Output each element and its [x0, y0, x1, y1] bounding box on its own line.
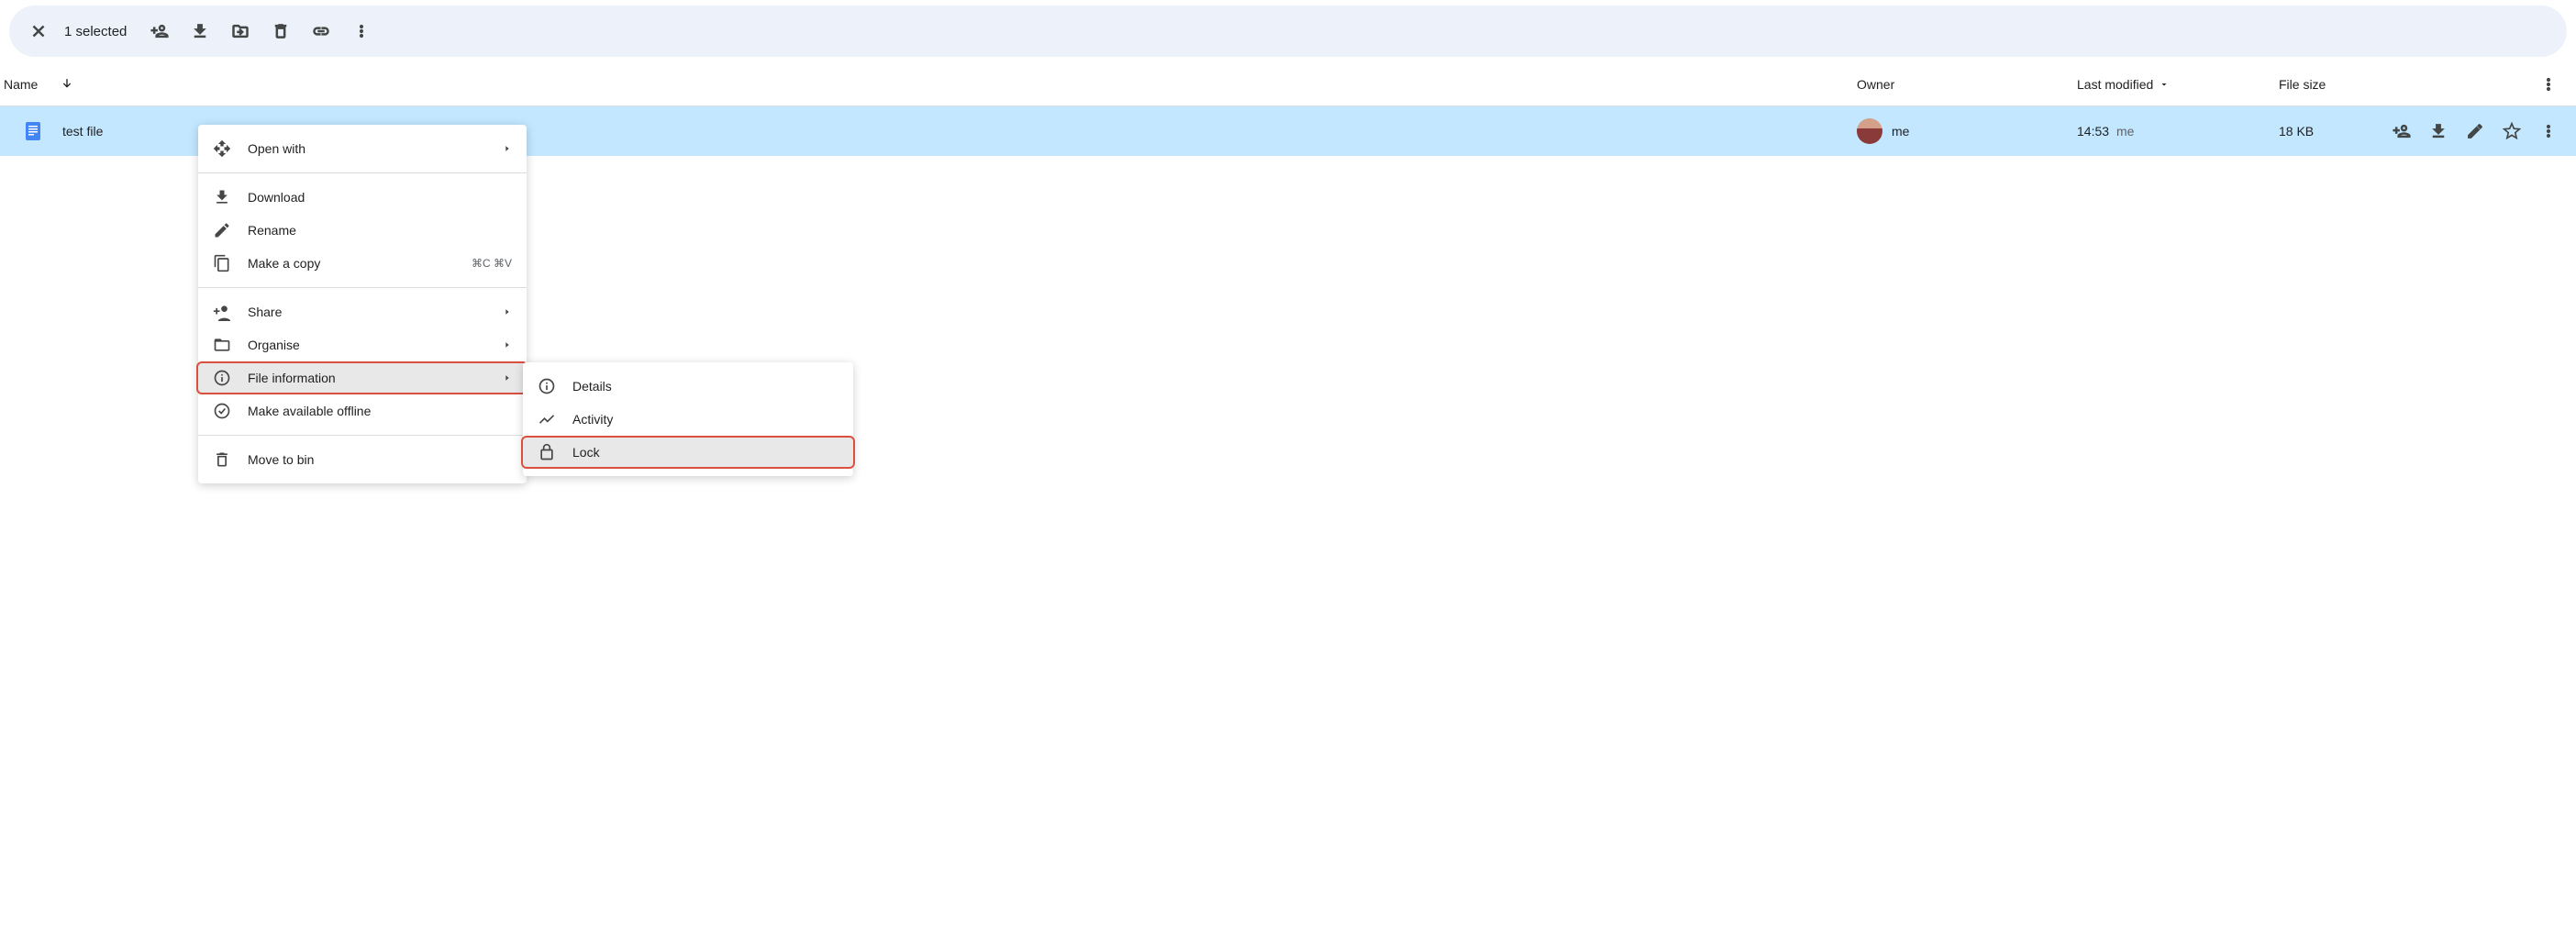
link-icon: [312, 22, 330, 40]
info-icon: [538, 377, 556, 395]
menu-label: Share: [248, 305, 503, 319]
owner-label: me: [1892, 124, 1909, 139]
file-information-submenu: Details Activity Lock: [523, 362, 853, 476]
menu-shortcut: ⌘C ⌘V: [472, 257, 512, 270]
menu-share[interactable]: Share: [198, 295, 527, 328]
menu-label: Rename: [248, 223, 512, 238]
row-share-button[interactable]: [2389, 116, 2415, 146]
chevron-right-icon: [503, 144, 512, 153]
submenu-details[interactable]: Details: [523, 370, 853, 403]
download-icon: [191, 22, 209, 40]
row-rename-button[interactable]: [2462, 116, 2488, 146]
menu-file-information[interactable]: File information: [196, 361, 528, 394]
menu-label: Lock: [572, 445, 838, 460]
row-download-button[interactable]: [2426, 116, 2451, 146]
menu-divider: [198, 435, 527, 436]
activity-icon: [538, 410, 556, 428]
menu-open-with[interactable]: Open with: [198, 132, 527, 165]
menu-divider: [198, 172, 527, 173]
docs-file-icon: [22, 120, 44, 142]
file-context-menu: Open with Download Rename Make a copy ⌘C…: [198, 125, 527, 483]
table-header: Name Owner Last modified File size: [0, 62, 2576, 106]
open-with-icon: [213, 139, 231, 158]
submenu-activity[interactable]: Activity: [523, 403, 853, 436]
menu-label: File information: [248, 371, 503, 385]
menu-label: Move to bin: [248, 452, 512, 467]
menu-label: Make available offline: [248, 404, 512, 418]
menu-label: Make a copy: [248, 256, 472, 271]
chevron-right-icon: [503, 373, 512, 383]
more-vert-icon: [2539, 122, 2558, 140]
close-selection-button[interactable]: [20, 13, 57, 50]
folder-icon: [213, 336, 231, 354]
trash-icon: [213, 450, 231, 469]
selection-count: 1 selected: [64, 24, 127, 39]
modified-by: me: [2116, 124, 2134, 139]
move-button[interactable]: [222, 13, 259, 50]
file-name-label: test file: [62, 124, 103, 139]
share-button[interactable]: [141, 13, 178, 50]
chevron-right-icon: [503, 307, 512, 316]
menu-label: Activity: [572, 412, 838, 427]
menu-label: Download: [248, 190, 512, 205]
row-more-button[interactable]: [2536, 116, 2561, 146]
delete-button[interactable]: [262, 13, 299, 50]
lock-icon: [538, 443, 556, 461]
menu-label: Organise: [248, 338, 503, 352]
more-vert-icon: [2539, 75, 2558, 94]
selection-toolbar: 1 selected: [9, 6, 2567, 57]
dropdown-icon[interactable]: [2159, 79, 2170, 90]
menu-label: Details: [572, 379, 838, 394]
submenu-lock[interactable]: Lock: [521, 436, 855, 469]
chevron-right-icon: [503, 340, 512, 349]
column-name-header[interactable]: Name: [4, 77, 38, 92]
menu-label: Open with: [248, 141, 503, 156]
edit-icon: [2466, 122, 2484, 140]
file-size: 18 KB: [2279, 124, 2314, 139]
download-icon: [2429, 122, 2448, 140]
menu-download[interactable]: Download: [198, 181, 527, 214]
column-modified-header[interactable]: Last modified: [2077, 77, 2153, 92]
copy-icon: [213, 254, 231, 272]
menu-make-copy[interactable]: Make a copy ⌘C ⌘V: [198, 247, 527, 280]
owner-avatar: [1857, 118, 1882, 144]
column-owner-header[interactable]: Owner: [1857, 77, 1894, 92]
menu-make-offline[interactable]: Make available offline: [198, 394, 527, 427]
download-button[interactable]: [182, 13, 218, 50]
download-icon: [213, 188, 231, 206]
column-size-header[interactable]: File size: [2279, 77, 2326, 92]
edit-icon: [213, 221, 231, 239]
person-add-icon: [2393, 122, 2411, 140]
offline-icon: [213, 402, 231, 420]
move-folder-icon: [231, 22, 250, 40]
menu-organise[interactable]: Organise: [198, 328, 527, 361]
modified-time: 14:53: [2077, 124, 2109, 139]
person-add-icon: [213, 303, 231, 321]
person-add-icon: [150, 22, 169, 40]
more-options-button[interactable]: [343, 13, 380, 50]
trash-icon: [272, 22, 290, 40]
link-button[interactable]: [303, 13, 339, 50]
close-icon: [29, 22, 48, 40]
menu-move-to-bin[interactable]: Move to bin: [198, 443, 527, 476]
menu-divider: [198, 287, 527, 288]
row-star-button[interactable]: [2499, 116, 2525, 146]
sort-arrow-down-icon[interactable]: [60, 77, 74, 92]
header-more-button[interactable]: [2534, 70, 2563, 99]
more-vert-icon: [352, 22, 371, 40]
info-icon: [213, 369, 231, 387]
menu-rename[interactable]: Rename: [198, 214, 527, 247]
star-icon: [2503, 122, 2521, 140]
